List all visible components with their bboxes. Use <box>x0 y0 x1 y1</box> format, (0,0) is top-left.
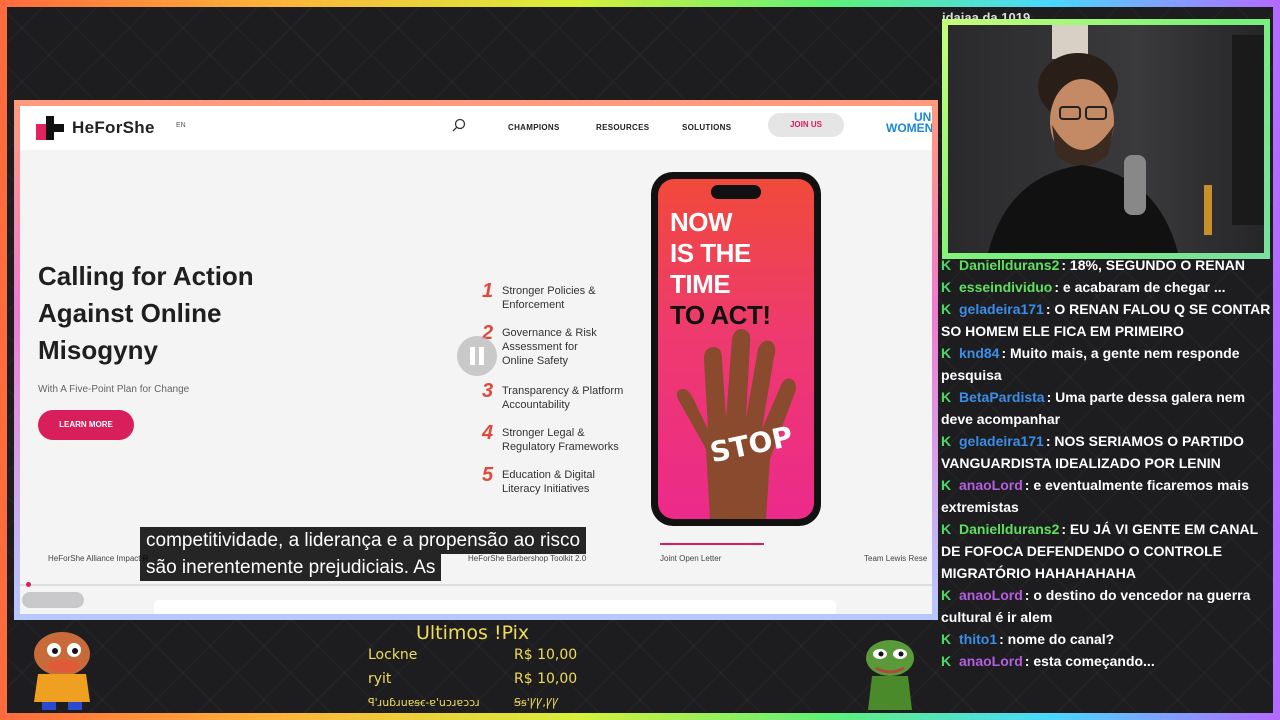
chat-badge-icon: K <box>941 631 952 647</box>
language-selector[interactable]: EN <box>176 122 186 129</box>
chat-message: KanaoLord: e eventualmente ficaremos mai… <box>941 474 1271 518</box>
chat-message: Kgeladeira171: O RENAN FALOU Q SE CONTAR… <box>941 298 1271 342</box>
stop-hand-icon: STOP <box>676 329 796 519</box>
carousel-progress-dot[interactable] <box>26 582 31 587</box>
chat-badge-icon: K <box>941 301 952 317</box>
chat-message: Kthito1: nome do canal? <box>941 628 1271 650</box>
streamer-figure <box>988 25 1264 253</box>
chat-username[interactable]: knd84 <box>959 345 999 361</box>
pix-amount: R$ 10,00 <box>514 671 578 687</box>
carousel-progress-track[interactable] <box>20 584 932 586</box>
search-icon[interactable] <box>452 118 466 132</box>
poster-text: NOW IS THE TIME TO ACT! <box>670 207 771 331</box>
tab-team-lewis[interactable]: Team Lewis Rese <box>864 554 927 563</box>
chat-badge-icon: K <box>941 279 952 295</box>
carousel-pause-button[interactable] <box>457 336 497 376</box>
content-card <box>154 600 836 614</box>
chat-badge-icon: K <box>941 587 952 603</box>
plan-text: Governance & Risk Assessment for Online … <box>502 327 597 367</box>
chat-username[interactable]: geladeira171 <box>959 301 1044 317</box>
hero-subtitle: With A Five-Point Plan for Change <box>38 384 190 395</box>
tab-open-letter[interactable]: Joint Open Letter <box>660 554 721 563</box>
chat-username[interactable]: anaoLord <box>959 653 1023 669</box>
pix-entry: ꟼꞌɹuɓɹuɐꞩꞓ-ɐꞌuɔɹɐɔɔɹ ꞨꞩꞌꝨꝨ,ꝨꝨ <box>368 695 578 709</box>
webcam-feed <box>948 25 1264 253</box>
chat-text: : e acabaram de chegar ... <box>1054 279 1226 295</box>
chat-badge-icon: K <box>941 653 952 669</box>
pix-widget-title: Ultimos !Pix <box>416 622 530 644</box>
cookie-pill[interactable] <box>22 592 84 608</box>
chat-username[interactable]: thito1 <box>959 631 997 647</box>
plan-number: 1 <box>482 280 494 302</box>
pix-amount: R$ 10,00 <box>514 647 578 663</box>
chat-username[interactable]: geladeira171 <box>959 433 1044 449</box>
chat-badge-icon: K <box>941 521 952 537</box>
learn-more-button[interactable]: LEARN MORE <box>38 410 134 440</box>
chat-message: Kesseindividuo: e acabaram de chegar ... <box>941 276 1271 298</box>
chat-message: K Danielldurans2: EU JÁ VI GENTE EM CANAL… <box>941 518 1271 584</box>
poster-line-2: IS THE <box>670 238 751 268</box>
tab-barbershop-toolkit[interactable]: HeForShe Barbershop Toolkit 2.0 <box>468 554 586 563</box>
chat-badge-icon: K <box>941 257 952 273</box>
poster-line-3: TIME <box>670 269 731 299</box>
chat-message: KanaoLord: o destino do vencedor na guer… <box>941 584 1271 628</box>
chat-message: Kgeladeira171: NOS SERIAMOS O PARTIDO VA… <box>941 430 1271 474</box>
join-us-button[interactable]: JOIN US <box>768 113 844 137</box>
chat-message: K BetaPardista: Uma parte dessa galera ne… <box>941 386 1271 430</box>
plan-text: Education & Digital Literacy Initiatives <box>502 469 595 495</box>
nav-champions[interactable]: CHAMPIONS <box>508 123 560 132</box>
chat-badge-icon: K <box>941 477 952 493</box>
chat-username[interactable]: Danielldurans2 <box>959 521 1059 537</box>
chat-message: K Danielldurans2: 18%, SEGUNDO O RENAN <box>941 254 1271 276</box>
cartoon-sticker-icon <box>34 632 90 710</box>
pix-entry: Lockne R$ 10,00 <box>368 647 578 667</box>
chat-panel: K Danielldurans2: 18%, SEGUNDO O RENAN Ke… <box>941 254 1271 672</box>
chat-username[interactable]: Danielldurans2 <box>959 257 1059 273</box>
chat-text: : 18%, SEGUNDO O RENAN <box>1061 257 1245 273</box>
chat-text: : nome do canal? <box>999 631 1115 647</box>
plan-number: 5 <box>482 464 494 486</box>
plan-text: Transparency & Platform Accountability <box>502 385 624 411</box>
pepe-frog-sticker-icon <box>866 640 914 710</box>
active-tab-indicator <box>660 543 764 545</box>
plan-number: 3 <box>482 380 494 402</box>
un-women-line2: WOMEN <box>886 121 932 135</box>
pix-name: ꟼꞌɹuɓɹuɐꞩꞓ-ɐꞌuɔɹɐɔɔɹ <box>368 696 480 709</box>
chat-badge-icon: K <box>941 345 952 361</box>
chat-message: KanaoLord: esta começando... <box>941 650 1271 672</box>
subtitle-line-1: competitividade, a liderança e a propens… <box>140 527 587 554</box>
subtitle-line-2: são inerentemente prejudiciais. As <box>140 554 442 581</box>
chat-text: : esta começando... <box>1024 653 1155 669</box>
chat-username[interactable]: anaoLord <box>959 587 1023 603</box>
heforshe-logo-icon[interactable] <box>36 116 64 140</box>
nav-resources[interactable]: RESOURCES <box>596 123 649 132</box>
site-navbar: HeForShe EN CHAMPIONS RESOURCES SOLUTION… <box>20 106 932 150</box>
nav-solutions[interactable]: SOLUTIONS <box>682 123 731 132</box>
plan-number: 4 <box>482 422 494 444</box>
pix-name: ryit <box>368 671 392 687</box>
chat-badge-icon: K <box>941 433 952 449</box>
un-women-logo[interactable]: UN WOMEN <box>886 111 932 135</box>
chat-badge-icon: K <box>941 389 952 405</box>
plan-text: Stronger Policies & Enforcement <box>502 285 596 311</box>
webcam-frame <box>942 19 1270 259</box>
pix-name: Lockne <box>368 647 418 663</box>
phone-poster: NOW IS THE TIME TO ACT! STOP <box>651 172 821 526</box>
poster-line-4: TO ACT! <box>670 300 771 330</box>
tab-impact-report[interactable]: HeForShe Alliance Impact R <box>48 554 149 563</box>
brand-name[interactable]: HeForShe <box>72 118 155 138</box>
phone-screen: NOW IS THE TIME TO ACT! STOP <box>658 179 814 519</box>
plan-text: Stronger Legal & Regulatory Frameworks <box>502 427 619 453</box>
pix-amount: ꞨꞩꞌꝨꝨ,ꝨꝨ <box>514 696 559 709</box>
chat-message: Kknd84: Muito mais, a gente nem responde… <box>941 342 1271 386</box>
pix-entry: ryit R$ 10,00 <box>368 671 578 691</box>
poster-line-1: NOW <box>670 207 733 237</box>
chat-username[interactable]: anaoLord <box>959 477 1023 493</box>
chat-username[interactable]: BetaPardista <box>959 389 1045 405</box>
hero-title: Calling for Action Against Online Misogy… <box>38 261 254 365</box>
phone-notch <box>711 185 761 199</box>
chat-username[interactable]: esseindividuo <box>959 279 1052 295</box>
